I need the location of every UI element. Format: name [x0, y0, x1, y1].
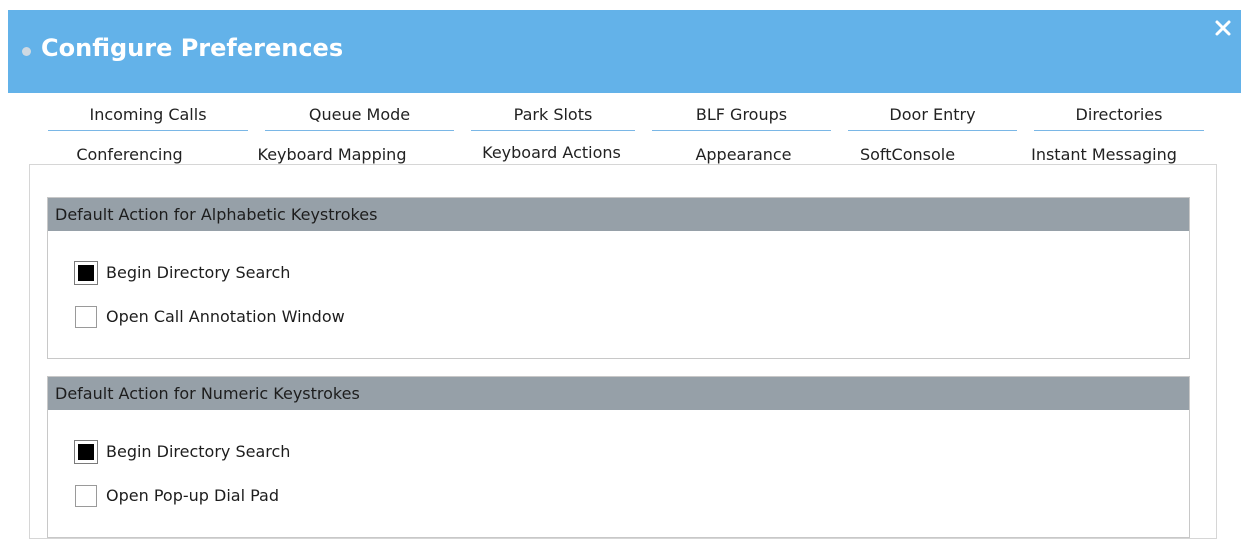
- option-label: Open Pop-up Dial Pad: [106, 486, 279, 505]
- alphabetic-group-header: Default Action for Alphabetic Keystrokes: [48, 198, 1189, 231]
- tab-blf-groups[interactable]: BLF Groups: [652, 101, 831, 131]
- alphabetic-keystrokes-group: Default Action for Alphabetic Keystrokes…: [47, 197, 1190, 359]
- option-label: Begin Directory Search: [106, 442, 291, 461]
- title-bullet-icon: [22, 47, 31, 56]
- checkbox[interactable]: [75, 485, 97, 507]
- tab-park-slots[interactable]: Park Slots: [471, 101, 635, 131]
- option-label: Begin Directory Search: [106, 263, 291, 282]
- checkbox[interactable]: [75, 306, 97, 328]
- option-label: Open Call Annotation Window: [106, 307, 345, 326]
- title-bar: Configure Preferences: [8, 10, 1241, 93]
- checkbox[interactable]: [74, 440, 98, 464]
- close-icon: [1215, 20, 1231, 36]
- tab-queue-mode[interactable]: Queue Mode: [265, 101, 454, 131]
- tab-directories[interactable]: Directories: [1034, 101, 1204, 131]
- tab-door-entry[interactable]: Door Entry: [848, 101, 1017, 131]
- numeric-keystrokes-group: Default Action for Numeric Keystrokes Be…: [47, 376, 1190, 538]
- tab-incoming-calls[interactable]: Incoming Calls: [48, 101, 248, 131]
- window-title: Configure Preferences: [41, 34, 344, 62]
- close-button[interactable]: [1214, 19, 1232, 37]
- numeric-group-header: Default Action for Numeric Keystrokes: [48, 377, 1189, 410]
- checkbox[interactable]: [74, 261, 98, 285]
